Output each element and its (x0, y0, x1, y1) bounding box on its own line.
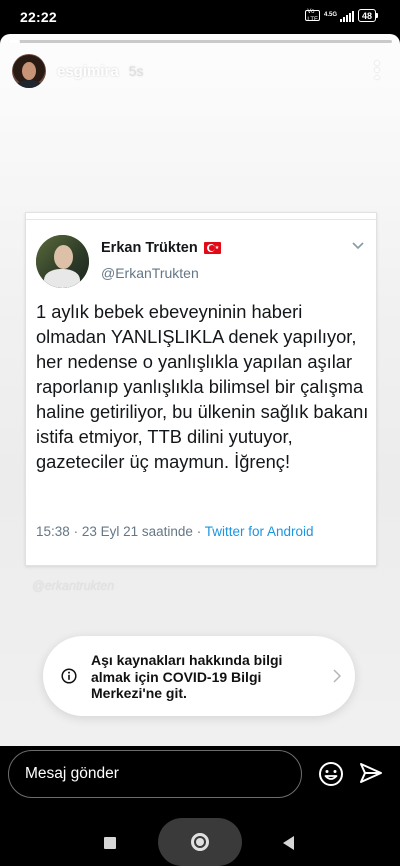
story-progress-bar (8, 40, 392, 43)
send-icon[interactable] (358, 761, 384, 787)
home-icon (191, 833, 209, 851)
covid-info-banner[interactable]: Aşı kaynakları hakkında bilgi almak için… (43, 636, 355, 716)
covid-info-text: Aşı kaynakları hakkında bilgi almak için… (91, 652, 283, 701)
chevron-down-icon (352, 242, 364, 250)
battery-level: 48 (361, 10, 372, 21)
signal-icon (339, 10, 354, 22)
divider (26, 219, 376, 220)
tweet-author-avatar (36, 235, 89, 288)
volte-icon: Vo LTE (305, 8, 320, 23)
recents-button[interactable] (104, 837, 116, 849)
tweet-author-handle: @ErkanTrukten (101, 265, 199, 281)
story-header: esgimira 5s (12, 54, 144, 88)
message-input[interactable] (8, 750, 302, 798)
tweet-date-suffix: saatinde (141, 524, 193, 539)
tweet-time: 15:38 (36, 524, 70, 539)
navigation-bar (0, 802, 400, 866)
status-icons: Vo LTE 4.5G 48 (305, 8, 378, 23)
story-username[interactable]: esgimira (57, 63, 119, 80)
tweet-meta: 15:38 · 23 Eyl 21 saatinde · Twitter for… (36, 524, 314, 539)
tweet-text: 1 aylık bebek ebeveyninin haberi olmadan… (36, 301, 369, 472)
chevron-right-icon (333, 669, 341, 683)
info-icon (61, 668, 77, 684)
status-time: 22:22 (20, 9, 57, 25)
tweet-card: Erkan Trükten ★ @ErkanTrukten 1 aylık be… (25, 212, 377, 566)
story-timestamp: 5s (128, 63, 144, 79)
tweet-date: 23 Eyl 21 (81, 524, 139, 539)
tweet-author-name: Erkan Trükten ★ (101, 240, 221, 256)
watermark: @erkantrukten (32, 579, 115, 593)
back-button[interactable] (283, 836, 294, 850)
status-bar: 22:22 Vo LTE 4.5G 48 (0, 0, 400, 34)
emoji-icon[interactable] (318, 761, 344, 787)
avatar[interactable] (12, 54, 46, 88)
message-bar (0, 746, 400, 802)
story-view[interactable]: esgimira 5s Erkan Trükten ★ @ErkanTrukte… (0, 34, 400, 746)
home-button[interactable] (158, 818, 242, 866)
more-options-icon[interactable] (372, 58, 382, 82)
battery-icon: 48 (357, 9, 378, 22)
network-type-label: 4.5G (323, 12, 337, 18)
tweet-source: Twitter for Android (204, 524, 314, 539)
turkey-flag-icon: ★ (203, 242, 221, 254)
